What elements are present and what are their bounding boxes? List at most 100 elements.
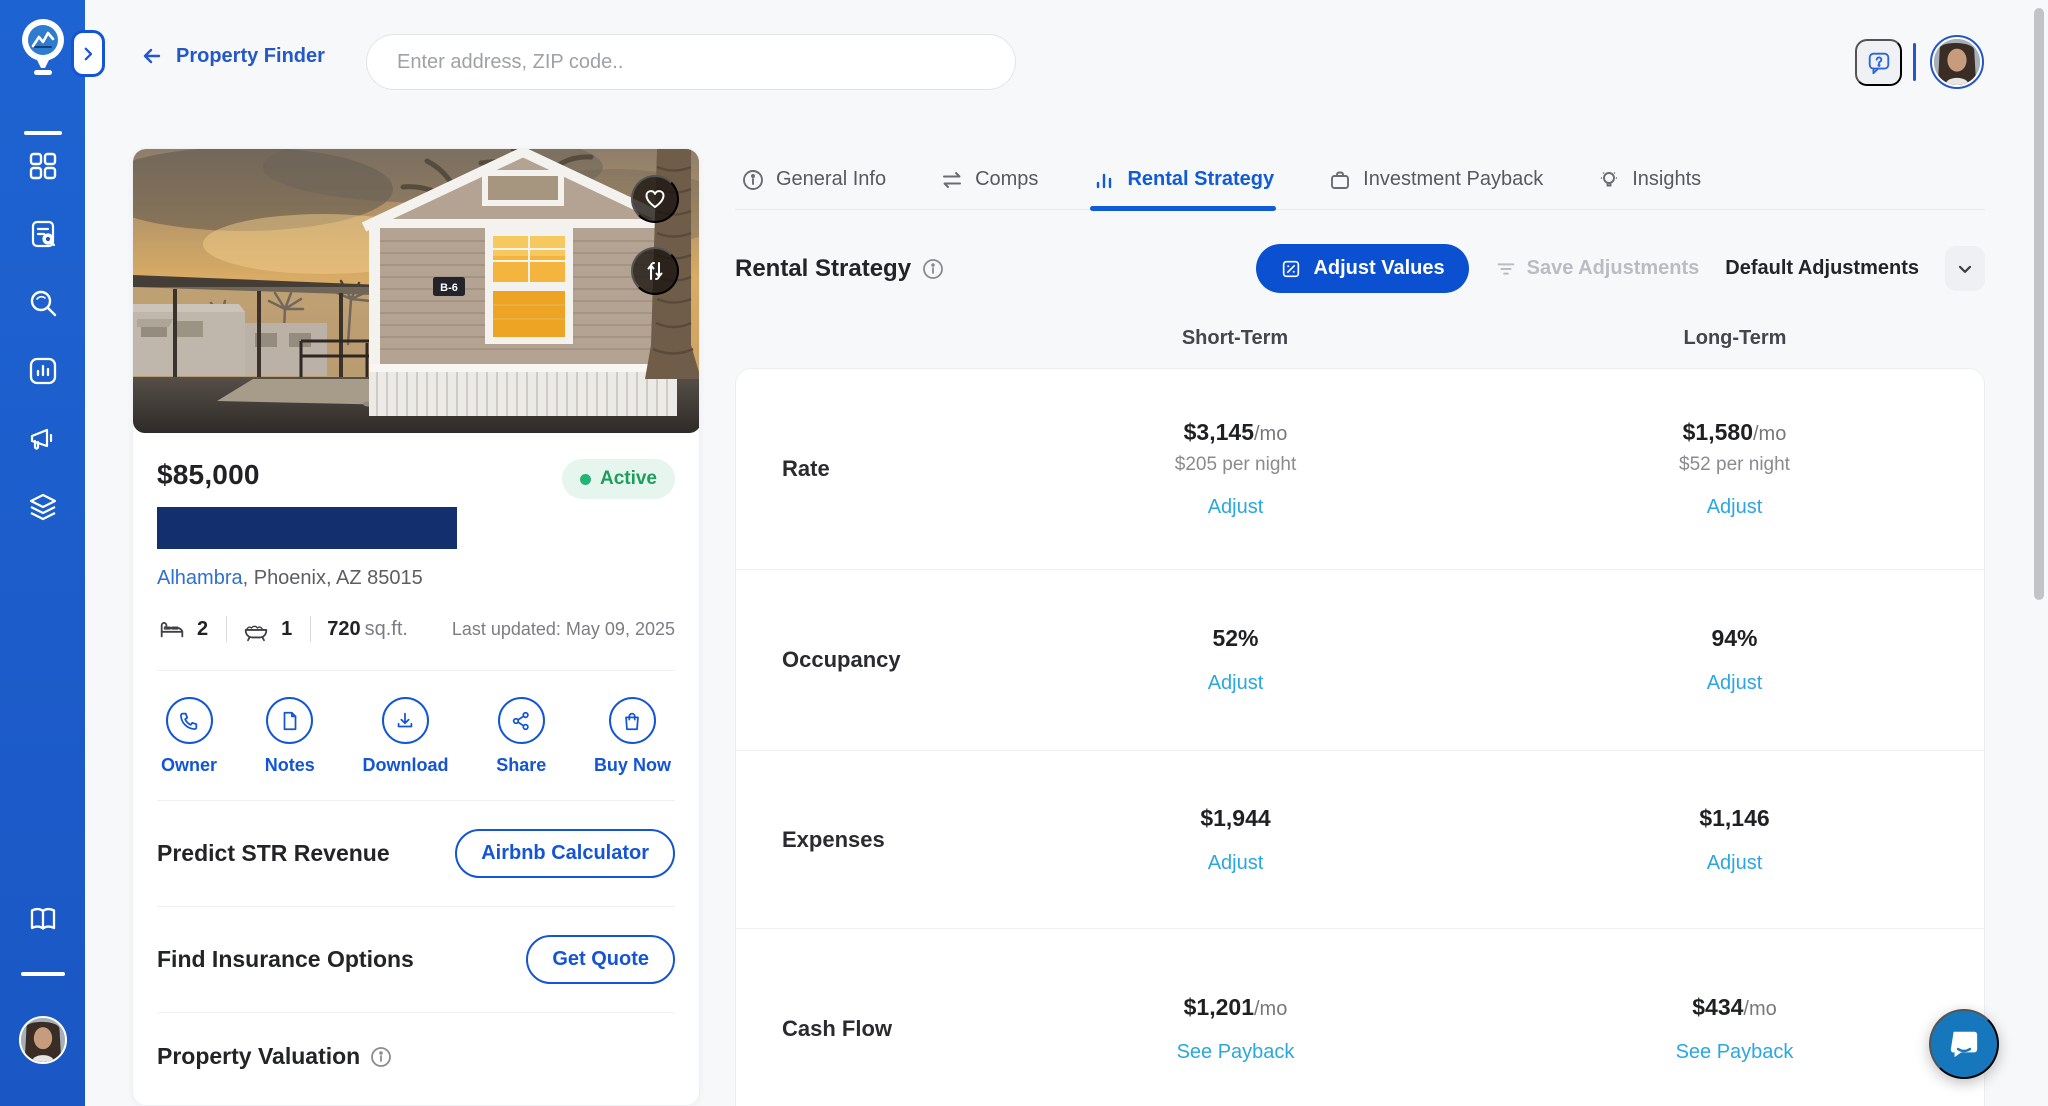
phone-icon [166, 697, 213, 744]
save-adjustments-button[interactable]: Save Adjustments [1495, 257, 1700, 280]
sidebar-item-layers[interactable] [27, 491, 59, 523]
chevron-right-icon [79, 45, 97, 63]
property-address: Alhambra, Phoenix, AZ 85015 [157, 567, 675, 590]
topbar-divider [1913, 43, 1916, 81]
property-photo[interactable]: B-6 [133, 149, 700, 433]
adjust-link[interactable]: Adjust [1208, 852, 1264, 875]
rate-short-term-cell: $3,145/mo $205 per night Adjust [986, 419, 1485, 519]
share-button[interactable]: Share [496, 697, 546, 776]
see-payback-link[interactable]: See Payback [1177, 1041, 1295, 1064]
strategy-table: Rate $3,145/mo $205 per night Adjust $1,… [735, 368, 1985, 1106]
owner-button[interactable]: Owner [161, 697, 217, 776]
buy-now-button[interactable]: Buy Now [594, 697, 671, 776]
adjust-link[interactable]: Adjust [1208, 496, 1264, 519]
adjust-values-button[interactable]: Adjust Values [1256, 244, 1468, 293]
action-label: Buy Now [594, 755, 671, 776]
info-icon[interactable] [370, 1046, 392, 1068]
cell-value: $1,580 [1683, 419, 1753, 445]
row-label: Rate [736, 456, 986, 482]
adjust-link[interactable]: Adjust [1707, 496, 1763, 519]
tab-rental-strategy[interactable]: Rental Strategy [1092, 150, 1274, 209]
preset-dropdown-button[interactable] [1945, 246, 1985, 291]
cell-unit: /mo [1254, 998, 1287, 1020]
tab-label: Insights [1632, 168, 1701, 191]
adjust-link[interactable]: Adjust [1707, 852, 1763, 875]
cell-unit: /mo [1753, 423, 1786, 445]
sidebar-item-announcements[interactable] [27, 423, 59, 455]
back-link-label: Property Finder [176, 45, 325, 68]
chevron-down-icon [1955, 259, 1975, 279]
action-label: Owner [161, 755, 217, 776]
sidebar-item-property-reports[interactable] [27, 218, 59, 250]
strategy-header: Rental Strategy Adjust Values Save Adjus… [735, 244, 1985, 293]
sidebar-item-dashboard[interactable] [27, 150, 59, 182]
compare-arrows-icon [643, 259, 667, 283]
stat-separator [226, 616, 227, 642]
insurance-title: Find Insurance Options [157, 946, 414, 973]
expenses-short-term-cell: $1,944 Adjust [986, 805, 1485, 875]
main-panel: General Info Comps Rental Strategy Inves… [735, 150, 1985, 1106]
rate-long-term-cell: $1,580/mo $52 per night Adjust [1485, 419, 1984, 519]
adjust-link[interactable]: Adjust [1707, 672, 1763, 695]
tab-investment-payback[interactable]: Investment Payback [1328, 150, 1543, 209]
see-payback-link[interactable]: See Payback [1676, 1041, 1794, 1064]
help-bubble-icon [1866, 50, 1892, 76]
user-avatar[interactable] [1930, 35, 1984, 89]
table-row-rate: Rate $3,145/mo $205 per night Adjust $1,… [736, 369, 1984, 569]
bath-icon [241, 614, 271, 644]
quick-actions: Owner Notes Download [157, 671, 675, 800]
property-photo-image: B-6 [133, 149, 700, 433]
address-search-input[interactable] [366, 34, 1016, 90]
cell-unit: /mo [1743, 998, 1776, 1020]
swap-arrows-icon [940, 168, 964, 192]
cash-flow-long-term-cell: $434/mo See Payback [1485, 994, 1984, 1064]
airbnb-calculator-button[interactable]: Airbnb Calculator [455, 829, 675, 878]
cell-subtext: $52 per night [1679, 454, 1790, 476]
tab-comps[interactable]: Comps [940, 150, 1038, 209]
expenses-long-term-cell: $1,146 Adjust [1485, 805, 1984, 875]
back-to-property-finder[interactable]: Property Finder [140, 44, 325, 68]
str-revenue-row: Predict STR Revenue Airbnb Calculator [157, 801, 675, 906]
sidebar-expand-button[interactable] [71, 30, 105, 77]
tab-insights[interactable]: Insights [1597, 150, 1701, 209]
brand-logo-icon[interactable] [14, 14, 72, 80]
sidebar-item-search[interactable] [27, 287, 59, 319]
address-rest: , Phoenix, AZ 85015 [243, 567, 423, 589]
property-price: $85,000 [157, 459, 260, 491]
cell-value: $1,944 [1200, 805, 1270, 831]
share-icon [498, 697, 545, 744]
occupancy-long-term-cell: 94% Adjust [1485, 625, 1984, 695]
adjustments-preset-label: Default Adjustments [1725, 257, 1919, 280]
cell-unit: /mo [1254, 423, 1287, 445]
last-updated: Last updated: May 09, 2025 [452, 619, 675, 640]
chat-launcher-button[interactable] [1929, 1009, 1999, 1079]
chat-bubble-icon [1947, 1027, 1981, 1061]
download-button[interactable]: Download [362, 697, 448, 776]
notes-button[interactable]: Notes [265, 697, 315, 776]
sidebar-user-avatar[interactable] [19, 1016, 67, 1064]
info-icon[interactable] [922, 258, 944, 280]
sidebar-item-library[interactable] [27, 903, 59, 935]
strategy-title: Rental Strategy [735, 255, 944, 283]
tab-label: Investment Payback [1363, 168, 1543, 191]
cash-flow-short-term-cell: $1,201/mo See Payback [986, 994, 1485, 1064]
get-quote-button[interactable]: Get Quote [526, 935, 675, 984]
help-button[interactable] [1855, 39, 1902, 86]
status-badge: Active [562, 459, 675, 499]
adjust-link[interactable]: Adjust [1208, 672, 1264, 695]
sidebar-item-analytics[interactable] [27, 355, 59, 387]
neighborhood-link[interactable]: Alhambra [157, 567, 243, 589]
sidebar-divider [24, 131, 62, 135]
adjust-values-label: Adjust Values [1313, 257, 1444, 280]
cell-value: 94% [1711, 625, 1757, 651]
compare-button[interactable] [631, 247, 679, 295]
house-plate-label: B-6 [440, 282, 458, 294]
filter-lines-icon [1495, 258, 1517, 280]
info-circle-icon [741, 168, 765, 192]
status-label: Active [600, 468, 657, 490]
tab-general-info[interactable]: General Info [741, 150, 886, 209]
status-dot-icon [580, 474, 591, 485]
favorite-button[interactable] [631, 175, 679, 223]
page-scrollbar[interactable] [2034, 8, 2044, 600]
table-row-expenses: Expenses $1,944 Adjust $1,146 Adjust [736, 750, 1984, 928]
